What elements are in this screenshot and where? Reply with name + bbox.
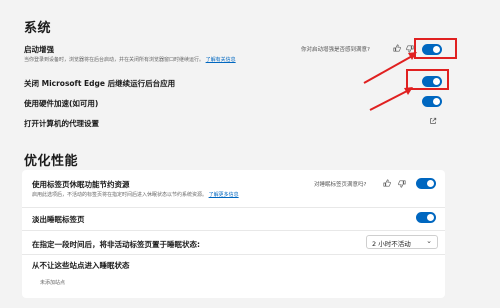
- performance-heading: 优化性能: [24, 154, 79, 169]
- never-sleep-label: 从不让这些站点进入睡眠状态: [32, 261, 130, 270]
- sleeping-tabs-learn-more-link[interactable]: 了解更多信息: [209, 192, 239, 198]
- startup-boost-feedback-question: 你对启动增强是否感到满意?: [301, 47, 370, 53]
- system-heading: 系统: [24, 21, 52, 36]
- highlight-box-startup-boost: [414, 38, 457, 59]
- hardware-accel-label: 使用硬件加速(如可用): [24, 99, 99, 108]
- thumbs-up-icon[interactable]: [383, 179, 391, 187]
- sleeping-tabs-description-text: 启用此选项后，不活动的标签页将在指定时间后进入休眠状态以节约系统资源。: [32, 192, 208, 198]
- sleeping-tabs-toggle[interactable]: [416, 178, 436, 189]
- sleep-after-selected: 2 小时不活动: [372, 240, 411, 248]
- thumbs-down-icon[interactable]: [406, 45, 414, 53]
- startup-boost-description: 当你登录到设备时，浏览器将在后台启动，并在关闭所有浏览器窗口时继续运行。 了解有…: [24, 56, 236, 63]
- hardware-accel-toggle[interactable]: [422, 96, 442, 107]
- startup-boost-label: 启动增强: [24, 45, 54, 54]
- background-apps-label: 关闭 Microsoft Edge 后继续运行后台应用: [24, 79, 176, 88]
- thumbs-down-icon[interactable]: [398, 180, 406, 188]
- startup-boost-description-text: 当你登录到设备时，浏览器将在后台启动，并在关闭所有浏览器窗口时继续运行。: [24, 57, 205, 63]
- fade-sleeping-tabs-toggle[interactable]: [416, 212, 436, 223]
- performance-divider-1: [22, 207, 445, 208]
- highlight-box-background-apps: [406, 69, 449, 90]
- performance-divider-2: [22, 230, 445, 231]
- thumbs-up-icon[interactable]: [393, 44, 401, 52]
- sleep-after-label: 在指定一段时间后，将非活动标签页置于睡眠状态:: [32, 240, 200, 249]
- arrow-line-2: [369, 89, 410, 111]
- sleep-after-dropdown[interactable]: 2 小时不活动 ⌄: [366, 235, 438, 249]
- sleeping-tabs-description: 启用此选项后，不活动的标签页将在指定时间后进入休眠状态以节约系统资源。 了解更多…: [32, 191, 239, 198]
- never-sleep-empty-text: 未添加站点: [40, 280, 66, 286]
- chevron-down-icon: ⌄: [426, 237, 432, 245]
- startup-boost-learn-more-link[interactable]: 了解有关信息: [206, 57, 236, 63]
- sleeping-tabs-label: 使用标签页休眠功能节约资源: [32, 180, 130, 189]
- proxy-settings-label[interactable]: 打开计算机的代理设置: [24, 118, 99, 129]
- external-link-icon[interactable]: [429, 117, 437, 125]
- performance-divider-3: [22, 254, 445, 255]
- sleeping-tabs-feedback-question: 对睡眠标签页满意吗?: [314, 182, 367, 188]
- fade-sleeping-tabs-label: 淡出睡眠标签页: [32, 215, 85, 224]
